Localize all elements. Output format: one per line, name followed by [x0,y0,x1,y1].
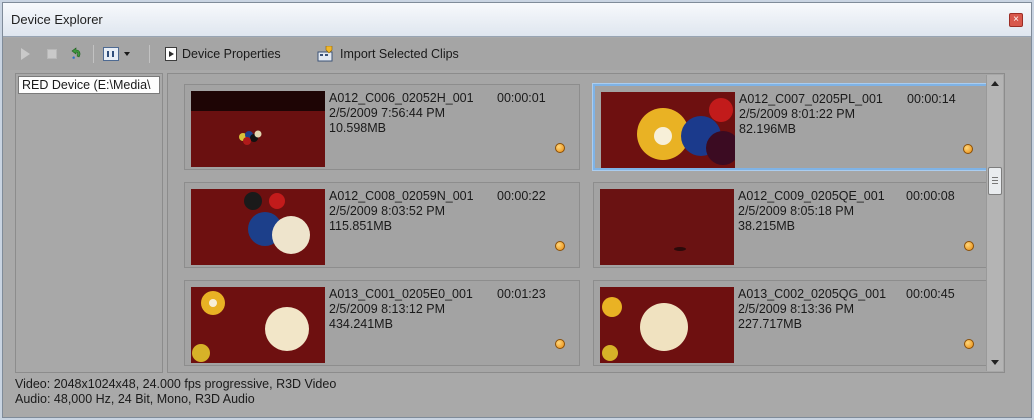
clip-date: 2/5/2009 8:13:36 PM [738,302,855,316]
refresh-icon [71,47,81,59]
refresh-button[interactable] [69,46,83,62]
stop-button[interactable] [47,46,57,62]
grip-line [992,180,998,181]
grip-line [992,183,998,184]
close-icon: × [1013,14,1019,25]
import-clips-icon [317,46,333,62]
scrollbar-thumb[interactable] [988,167,1002,195]
device-properties-label: Device Properties [182,47,281,61]
clip-grid-scrollbar[interactable] [986,75,1003,371]
scroll-up-arrow-icon[interactable] [991,81,999,86]
toolbar-separator [93,45,94,63]
clip-size: 227.717MB [738,317,802,331]
tree-item-red-device[interactable]: RED Device (E:\Media\ [18,76,160,94]
play-button[interactable] [21,46,30,62]
view-mode-dropdown[interactable] [103,46,130,62]
close-button[interactable]: × [1009,13,1023,27]
clip-tile[interactable]: A012_C008_02059N_001 00:00:22 2/5/2009 8… [184,182,580,268]
clip-duration: 00:00:01 [497,91,546,105]
import-selected-clips-button[interactable]: Import Selected Clips [317,46,459,62]
clip-duration: 00:00:08 [906,189,955,203]
view-mode-icon [103,47,119,61]
play-icon [21,48,30,60]
clip-name: A012_C009_0205QE_001 [738,189,885,203]
clip-name: A012_C006_02052H_001 [329,91,474,105]
clip-size: 10.598MB [329,121,386,135]
clip-tile[interactable]: A012_C009_0205QE_001 00:00:08 2/5/2009 8… [593,182,989,268]
clip-name: A013_C001_0205E0_001 [329,287,473,301]
clip-date: 2/5/2009 7:56:44 PM [329,106,446,120]
video-info: Video: 2048x1024x48, 24.000 fps progress… [15,377,337,391]
chevron-down-icon [124,52,130,56]
clip-date: 2/5/2009 8:13:12 PM [329,302,446,316]
clip-grid: A012_C006_02052H_001 00:00:01 2/5/2009 7… [167,73,1005,373]
status-bar: Video: 2048x1024x48, 24.000 fps progress… [15,377,1015,413]
clip-size: 115.851MB [329,219,393,233]
clip-date: 2/5/2009 8:01:22 PM [739,107,856,121]
clip-thumbnail [600,189,734,265]
clip-status-indicator [964,339,974,349]
clip-size: 434.241MB [329,317,393,331]
clip-thumbnail [191,91,325,167]
clip-tile-selected[interactable]: A012_C007_0205PL_001 00:00:14 2/5/2009 8… [593,84,989,170]
device-tree: RED Device (E:\Media\ [15,73,163,373]
scroll-down-arrow-icon[interactable] [991,360,999,365]
clip-thumbnail [191,189,325,265]
clip-thumbnail [600,287,734,363]
clip-date: 2/5/2009 8:05:18 PM [738,204,855,218]
clip-thumbnail [191,287,325,363]
grip-line [992,177,998,178]
toolbar-separator [149,45,150,63]
clip-duration: 00:00:14 [907,92,956,106]
clip-status-indicator [964,241,974,251]
clip-status-indicator [555,339,565,349]
clip-duration: 00:00:22 [497,189,546,203]
toolbar: Device Properties Import Selected Clips [3,38,1031,70]
clip-name: A013_C002_0205QG_001 [738,287,887,301]
device-properties-icon [165,47,177,61]
clip-tile[interactable]: A013_C002_0205QG_001 00:00:45 2/5/2009 8… [593,280,989,366]
clip-tile[interactable]: A012_C006_02052H_001 00:00:01 2/5/2009 7… [184,84,580,170]
clip-date: 2/5/2009 8:03:52 PM [329,204,446,218]
clip-status-indicator [555,241,565,251]
clip-name: A012_C007_0205PL_001 [739,92,883,106]
clip-size: 38.215MB [738,219,795,233]
clip-tile[interactable]: A013_C001_0205E0_001 00:01:23 2/5/2009 8… [184,280,580,366]
window-title: Device Explorer [11,12,103,27]
clip-status-indicator [963,144,973,154]
clip-duration: 00:00:45 [906,287,955,301]
clip-name: A012_C008_02059N_001 [329,189,474,203]
clip-status-indicator [555,143,565,153]
device-properties-button[interactable]: Device Properties [165,46,281,62]
audio-info: Audio: 48,000 Hz, 24 Bit, Mono, R3D Audi… [15,392,255,406]
clip-size: 82.196MB [739,122,796,136]
device-explorer-window: Device Explorer × Device Properties Impo… [2,2,1032,418]
clip-thumbnail [601,92,735,168]
title-bar: Device Explorer × [3,3,1031,37]
import-selected-clips-label: Import Selected Clips [340,47,459,61]
clip-duration: 00:01:23 [497,287,546,301]
stop-icon [47,49,57,59]
